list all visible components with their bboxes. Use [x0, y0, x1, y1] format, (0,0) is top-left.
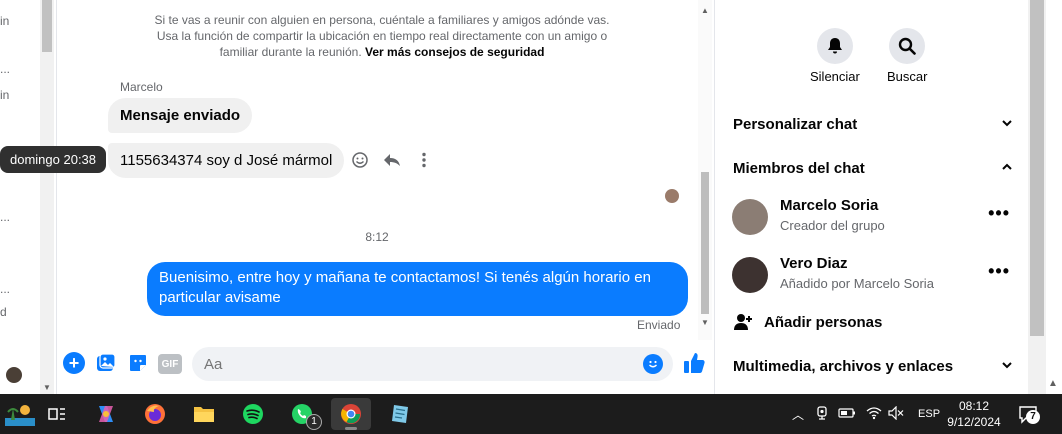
mute-button[interactable]: [817, 28, 853, 64]
timestamp-tooltip: domingo 20:38: [0, 146, 107, 173]
notification-center-icon[interactable]: 7: [1018, 404, 1040, 424]
message-bubble-outgoing[interactable]: Buenisimo, entre hoy y mañana te contact…: [147, 262, 688, 316]
safety-tips-link[interactable]: Ver más consejos de seguridad: [365, 45, 544, 59]
composer: + GIF: [57, 342, 715, 386]
bell-icon: [828, 38, 842, 54]
volume-muted-icon[interactable]: [888, 405, 904, 423]
plus-icon[interactable]: +: [63, 352, 85, 374]
strip-fragment: ...: [0, 282, 11, 296]
avatar: [732, 257, 768, 293]
notification-badge: 1: [306, 414, 322, 430]
active-indicator: [345, 427, 357, 430]
avatar: [732, 199, 768, 235]
time-separator: 8:12: [365, 230, 389, 244]
chevron-down-icon: [1001, 116, 1013, 132]
chat-pane: Si te vas a reunir con alguien en person…: [0, 0, 715, 394]
notification-count: 7: [1026, 410, 1040, 424]
clock-date: 9/12/2024: [947, 415, 1001, 429]
sticker-icon[interactable]: [127, 352, 149, 374]
scroll-up-icon[interactable]: ▲: [1048, 378, 1058, 389]
wifi-icon[interactable]: [866, 406, 882, 423]
strip-fragment: in: [0, 14, 10, 28]
member-name: Vero Diaz: [780, 255, 848, 272]
delivery-status: Enviado: [637, 318, 681, 332]
media-files-links-label: Multimedia, archivos y enlaces: [733, 358, 954, 375]
member-role: Añadido por Marcelo Soria: [780, 276, 934, 291]
message-bubble-incoming[interactable]: 1155634374 soy d José mármol: [108, 143, 345, 178]
scroll-up-icon[interactable]: ▲: [701, 6, 709, 15]
strip-fragment: in: [0, 88, 10, 102]
spotify-icon[interactable]: [233, 398, 273, 430]
whatsapp-icon[interactable]: 1: [282, 398, 322, 430]
scrollbar-thumb[interactable]: [42, 0, 52, 52]
message-actions: [350, 150, 434, 170]
sender-name: Marcelo: [120, 80, 163, 94]
scroll-down-icon[interactable]: ▼: [701, 318, 709, 327]
task-view-icon[interactable]: [37, 398, 77, 430]
scrollbar-thumb[interactable]: [701, 172, 709, 314]
firefox-icon[interactable]: [135, 398, 175, 430]
reply-icon[interactable]: [382, 150, 402, 170]
add-person-icon: [734, 314, 752, 330]
chat-scrollbar[interactable]: ▲ ▼: [698, 0, 712, 340]
react-emoji-icon[interactable]: [350, 150, 370, 170]
customize-chat-row[interactable]: Personalizar chat: [733, 116, 1013, 133]
scrollbar[interactable]: ▼: [40, 0, 54, 394]
taskbar: 1 ︿ ESP 08:12 9/12/2024 7: [0, 394, 1062, 434]
add-people-label: Añadir personas: [764, 314, 883, 331]
widgets-icon[interactable]: [0, 398, 40, 430]
mute-label: Silenciar: [810, 69, 860, 84]
member-role: Creador del grupo: [780, 218, 885, 233]
thumbs-up-icon[interactable]: [681, 350, 707, 376]
chevron-up-icon: [1001, 160, 1013, 176]
seen-avatar: [665, 189, 679, 203]
camera-privacy-icon[interactable]: [816, 405, 828, 423]
strip-fragment: ...: [0, 62, 11, 76]
battery-icon[interactable]: [838, 407, 856, 421]
chat-members-row[interactable]: Miembros del chat: [733, 160, 1013, 177]
scrollbar-thumb[interactable]: [1030, 0, 1044, 336]
copilot-icon[interactable]: [86, 398, 126, 430]
file-explorer-icon[interactable]: [184, 398, 224, 430]
customize-chat-label: Personalizar chat: [733, 116, 858, 133]
avatar[interactable]: [6, 367, 22, 383]
message-bubble-incoming[interactable]: Mensaje enviado: [108, 98, 253, 133]
member-item[interactable]: Marcelo Soria Creador del grupo •••: [732, 197, 1012, 237]
clock[interactable]: 08:12 9/12/2024: [944, 398, 1004, 430]
left-conversation-strip: in ... in ... ... d ▼: [0, 0, 57, 394]
language-indicator[interactable]: ESP: [918, 408, 940, 420]
member-name: Marcelo Soria: [780, 197, 879, 214]
chat-info-panel: Silenciar Buscar Personalizar chat Miemb…: [716, 0, 1028, 394]
system-tray: ︿ ESP: [792, 394, 940, 434]
emoji-icon[interactable]: [643, 354, 663, 374]
image-icon[interactable]: [95, 352, 117, 374]
message-input[interactable]: [192, 347, 673, 381]
strip-fragment: ...: [0, 210, 11, 224]
chevron-down-icon: [1001, 358, 1013, 374]
search-button[interactable]: [889, 28, 925, 64]
gif-icon[interactable]: GIF: [158, 354, 182, 374]
clock-time: 08:12: [958, 399, 990, 413]
search-label: Buscar: [887, 69, 928, 84]
media-files-links-row[interactable]: Multimedia, archivos y enlaces: [733, 358, 1013, 375]
search-icon: [898, 37, 916, 55]
scroll-down-icon[interactable]: ▼: [43, 383, 51, 392]
more-options-icon[interactable]: •••: [988, 203, 1010, 224]
add-people-button[interactable]: Añadir personas: [733, 312, 1013, 334]
more-options-icon[interactable]: [414, 150, 434, 170]
safety-notice: Si te vas a reunir con alguien en person…: [147, 12, 617, 60]
strip-fragment: d: [0, 305, 7, 319]
chevron-up-icon[interactable]: ︿: [792, 406, 804, 423]
member-item[interactable]: Vero Diaz Añadido por Marcelo Soria •••: [732, 255, 1012, 295]
chat-members-label: Miembros del chat: [733, 160, 865, 177]
more-options-icon[interactable]: •••: [988, 261, 1010, 282]
window-edge: ▲: [1046, 0, 1062, 394]
screen: in ... in ... ... d ▼ Si te vas a reunir…: [0, 0, 1062, 434]
chrome-icon[interactable]: [331, 398, 371, 430]
notes-app-icon[interactable]: [380, 398, 420, 430]
